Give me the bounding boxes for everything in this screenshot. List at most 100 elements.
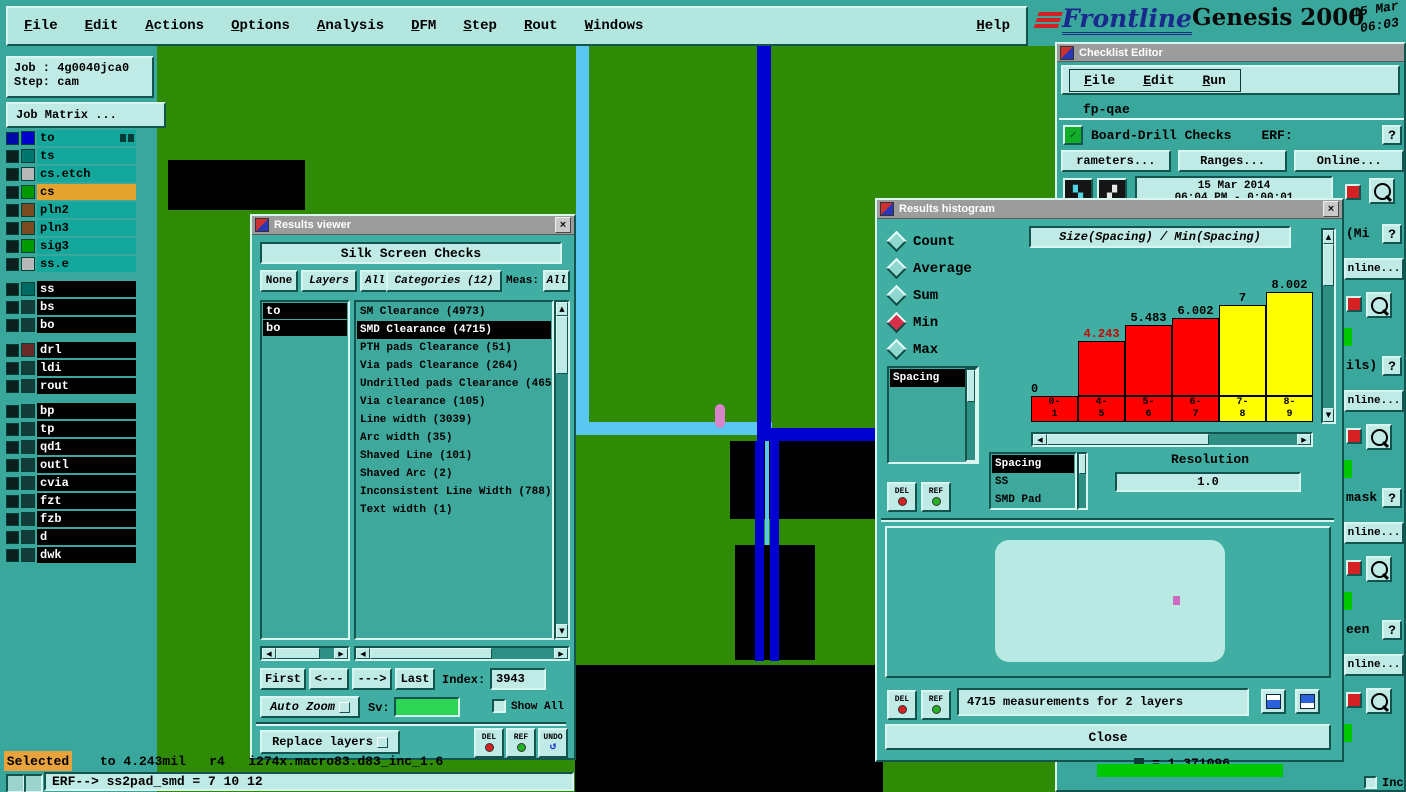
close-icon[interactable]: ×	[1323, 201, 1339, 217]
layer-row-d[interactable]: d	[6, 529, 136, 545]
layer-row-bs[interactable]: bs	[6, 299, 136, 315]
category-item[interactable]: SMD Clearance (4715)	[357, 321, 551, 339]
scroll-right-icon[interactable]: ▶	[554, 648, 568, 659]
next-button[interactable]: --->	[352, 668, 392, 690]
help-button[interactable]: ?	[1382, 620, 1402, 640]
filter-none-button[interactable]: None	[260, 270, 298, 292]
category-item[interactable]: Text width (1)	[357, 501, 551, 519]
category-item[interactable]: SM Clearance (4973)	[357, 303, 551, 321]
layer-checkbox[interactable]	[6, 458, 19, 472]
delete-button[interactable]: DEL	[887, 690, 917, 720]
undo-button[interactable]: UNDO ↺	[538, 728, 568, 758]
scroll-left-icon[interactable]: ◀	[262, 648, 276, 659]
measure-list-scrollbar[interactable]	[965, 368, 977, 462]
chart-hscrollbar[interactable]: ◀ ▶	[1031, 432, 1313, 447]
layer-checkbox[interactable]	[6, 203, 19, 217]
help-button[interactable]: ?	[1382, 356, 1402, 376]
checklist-editor-titlebar[interactable]: Checklist Editor	[1057, 44, 1404, 62]
layer-checkbox[interactable]	[6, 185, 19, 199]
help-button[interactable]: ?	[1382, 125, 1402, 145]
layer-checkbox[interactable]	[6, 239, 19, 253]
chart-vscrollbar[interactable]: ▲ ▼	[1321, 228, 1336, 424]
scroll-up-icon[interactable]: ▲	[1323, 230, 1334, 244]
scrollbar-thumb[interactable]	[556, 316, 568, 374]
layer-row-outl[interactable]: outl	[6, 457, 136, 473]
online-button[interactable]: nline...	[1344, 522, 1404, 544]
layers-hscrollbar[interactable]: ◀ ▶	[260, 646, 350, 661]
layer-row-fzt[interactable]: fzt	[6, 493, 136, 509]
layer-row-pln2[interactable]: pln2	[6, 202, 136, 218]
delete-result-button[interactable]: DEL	[474, 728, 504, 758]
layer-row-qd1[interactable]: qd1	[6, 439, 136, 455]
category-item[interactable]: PTH pads Clearance (51)	[357, 339, 551, 357]
stat-option-count[interactable]: Count	[885, 228, 972, 255]
stat-option-average[interactable]: Average	[885, 255, 972, 282]
layers-view-button-2[interactable]	[1295, 689, 1320, 714]
layer-row-ss[interactable]: ss	[6, 281, 136, 297]
layer-row-fzb[interactable]: fzb	[6, 511, 136, 527]
menu-dfm[interactable]: DFM	[411, 18, 436, 34]
layer-checkbox[interactable]	[6, 318, 19, 332]
menu-edit[interactable]: Edit	[85, 18, 119, 34]
scroll-down-icon[interactable]: ▼	[1323, 408, 1334, 422]
checklist-menu-file[interactable]: File	[1084, 73, 1115, 88]
layer-checkbox[interactable]	[6, 530, 19, 544]
checklist-menu-run[interactable]: Run	[1202, 73, 1225, 88]
layer-checkbox[interactable]	[6, 404, 19, 418]
layer-row-cs[interactable]: cs	[6, 184, 136, 200]
status-checkbox-2[interactable]	[24, 774, 43, 792]
layer-row-cvia[interactable]: cvia	[6, 475, 136, 491]
status-checkbox-1[interactable]	[6, 774, 25, 792]
stat-option-max[interactable]: Max	[885, 336, 972, 363]
help-button[interactable]: ?	[1382, 488, 1402, 508]
checklist-button[interactable]: rameters...	[1061, 150, 1171, 172]
checklist-button[interactable]: Online...	[1294, 150, 1405, 172]
menu-step[interactable]: Step	[463, 18, 497, 34]
zoom-to-button[interactable]	[1366, 688, 1392, 714]
layer-checkbox[interactable]	[6, 131, 19, 145]
layer-checkbox[interactable]	[6, 476, 19, 490]
layer-row-rout[interactable]: rout	[6, 378, 136, 394]
categories-hscrollbar[interactable]: ◀ ▶	[354, 646, 570, 661]
checklist-menu-edit[interactable]: Edit	[1143, 73, 1174, 88]
layer-checkbox[interactable]	[6, 548, 19, 562]
check-enabled-icon[interactable]: ✓	[1063, 125, 1083, 145]
menu-file[interactable]: File	[24, 18, 58, 34]
category-item[interactable]: Via clearance (105)	[357, 393, 551, 411]
layer-checkbox[interactable]	[6, 167, 19, 181]
scrollbar-thumb[interactable]	[1079, 454, 1086, 474]
layer-row-cs.etch[interactable]: cs.etch	[6, 166, 136, 182]
inc-checkbox[interactable]	[1364, 776, 1377, 789]
menu-help[interactable]: Help	[976, 18, 1010, 34]
menu-options[interactable]: Options	[231, 18, 290, 34]
results-layer-item[interactable]: to	[263, 303, 347, 319]
layer-row-tp[interactable]: tp	[6, 421, 136, 437]
detail-list-scrollbar[interactable]	[1077, 452, 1088, 510]
reference-button[interactable]: REF	[921, 690, 951, 720]
zoom-to-button[interactable]	[1366, 424, 1392, 450]
results-layer-item[interactable]: bo	[263, 320, 347, 336]
detail-item[interactable]: Spacing	[992, 455, 1074, 473]
layer-row-drl[interactable]: drl	[6, 342, 136, 358]
show-all-checkbox[interactable]	[492, 699, 506, 713]
layer-checkbox[interactable]	[6, 282, 19, 296]
layer-checkbox[interactable]	[6, 343, 19, 357]
menu-actions[interactable]: Actions	[145, 18, 204, 34]
close-icon[interactable]: ×	[555, 217, 571, 233]
layer-checkbox[interactable]	[6, 149, 19, 163]
zoom-to-button[interactable]	[1366, 556, 1392, 582]
menu-rout[interactable]: Rout	[524, 18, 558, 34]
online-button[interactable]: nline...	[1344, 654, 1404, 676]
layers-view-button-1[interactable]	[1261, 689, 1286, 714]
scrollbar-thumb[interactable]	[1047, 434, 1209, 445]
job-matrix-button[interactable]: Job Matrix ...	[6, 102, 166, 128]
last-button[interactable]: Last	[395, 668, 435, 690]
layer-row-dwk[interactable]: dwk	[6, 547, 136, 563]
category-item[interactable]: Shaved Line (101)	[357, 447, 551, 465]
layer-row-bo[interactable]: bo	[6, 317, 136, 333]
layer-checkbox[interactable]	[6, 379, 19, 393]
category-item[interactable]: Undrilled pads Clearance (4655)	[357, 375, 552, 393]
layer-row-ts[interactable]: ts	[6, 148, 136, 164]
layer-checkbox[interactable]	[6, 440, 19, 454]
layer-checkbox[interactable]	[6, 361, 19, 375]
